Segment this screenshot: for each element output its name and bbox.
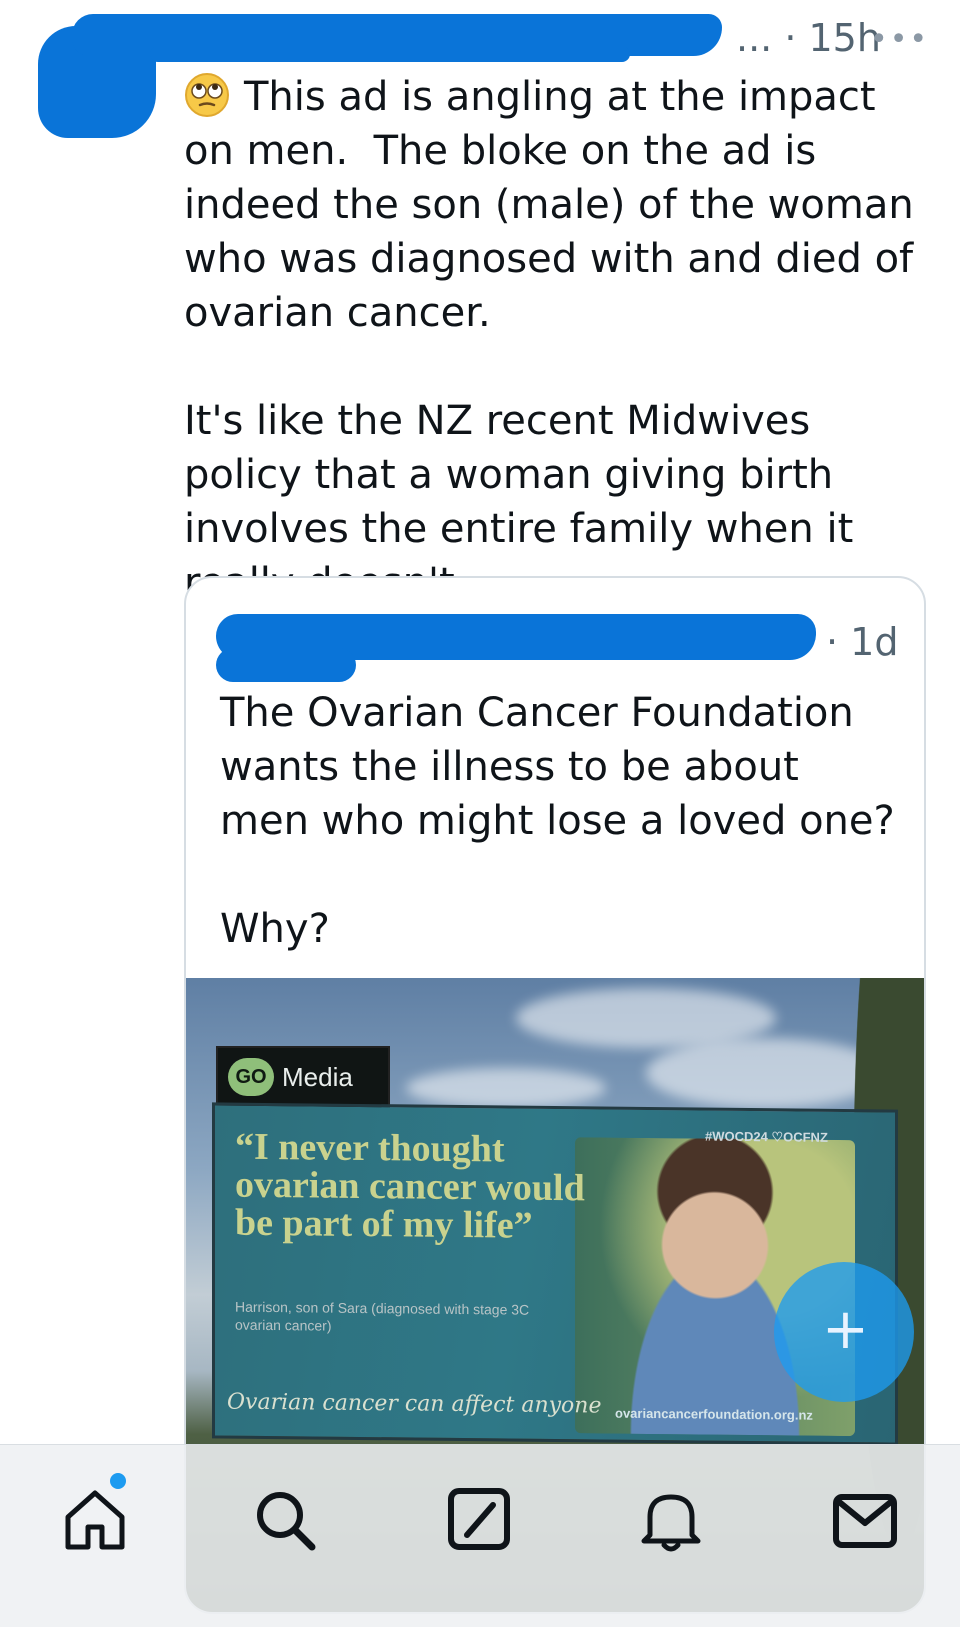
quoted-post-timestamp[interactable]: · 1d: [826, 620, 898, 664]
grok-icon[interactable]: [445, 1485, 515, 1555]
notifications-icon[interactable]: [636, 1485, 706, 1555]
go-media-logo: GO Media: [216, 1046, 390, 1110]
home-notification-dot: [110, 1473, 126, 1489]
search-icon[interactable]: [250, 1485, 320, 1555]
more-options-icon[interactable]: •••: [870, 22, 929, 57]
ad-headline: “I never thought ovarian cancer would be…: [235, 1125, 595, 1247]
redacted-quoted-avatar: [216, 648, 356, 682]
ad-slogan: Ovarian cancer can affect anyone: [227, 1389, 602, 1419]
go-logo-mark: GO: [228, 1058, 274, 1096]
plus-icon: +: [822, 1297, 869, 1362]
ad-hashtags: #WOCD24 ♡OCFNZ: [705, 1128, 828, 1145]
compose-post-button[interactable]: +: [774, 1262, 914, 1402]
ad-url: ovariancancerfoundation.org.nz: [615, 1405, 813, 1423]
bottom-nav-bar: [0, 1444, 960, 1627]
billboard-ad: “I never thought ovarian cancer would be…: [212, 1102, 898, 1446]
media-logo-text: Media: [282, 1062, 353, 1092]
face-with-rolling-eyes-icon: [185, 73, 229, 117]
messages-icon[interactable]: [830, 1485, 900, 1555]
home-icon[interactable]: [60, 1485, 130, 1555]
post-text: This ad is angling at the impact on men.…: [184, 70, 924, 610]
ad-subline: Harrison, son of Sara (diagnosed with st…: [235, 1298, 534, 1334]
redacted-author-handle: [150, 46, 630, 62]
post-text-content: This ad is angling at the impact on men.…: [184, 74, 914, 606]
quoted-post-text: The Ovarian Cancer Foundation wants the …: [220, 690, 895, 952]
post-timestamp[interactable]: ... · 15h: [736, 16, 881, 60]
